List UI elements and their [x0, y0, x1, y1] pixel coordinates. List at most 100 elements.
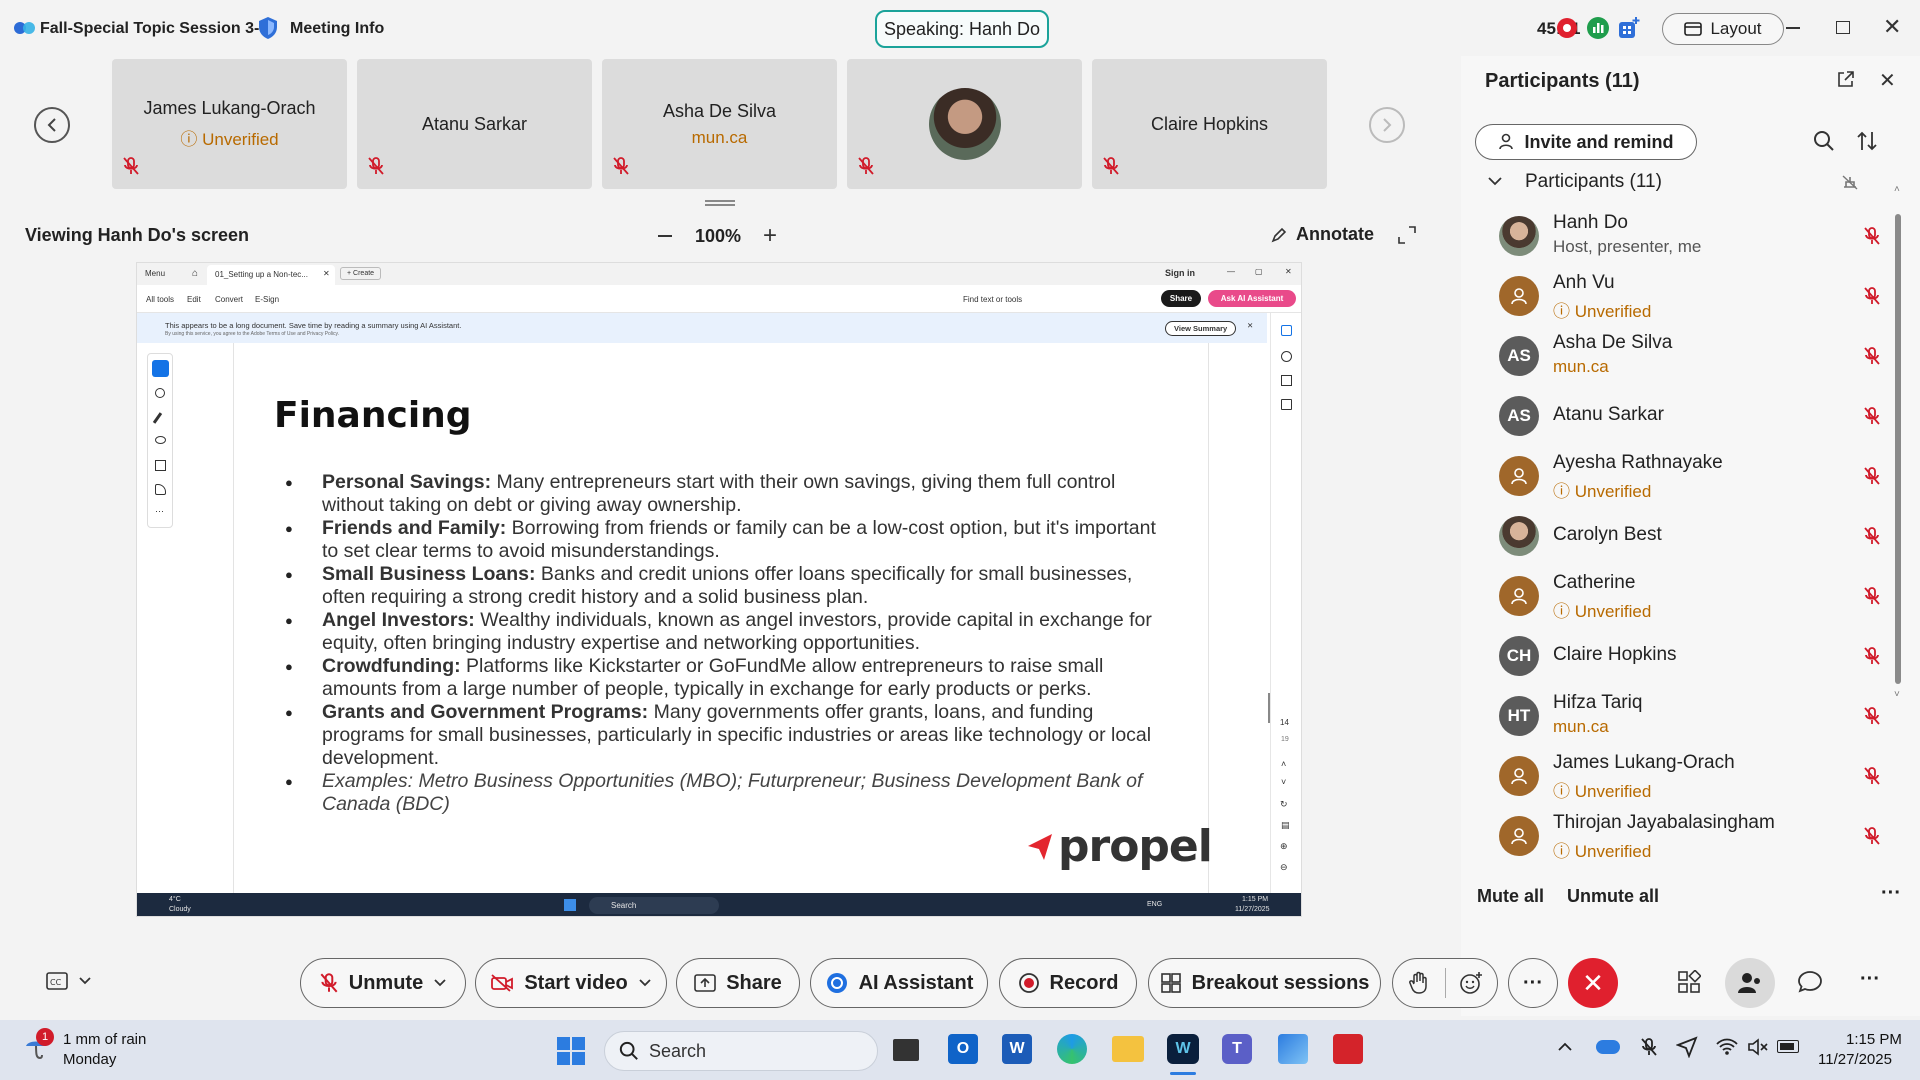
more-actions-button[interactable]: ···: [1508, 958, 1558, 1008]
fit-page-icon[interactable]: ▤: [1281, 820, 1290, 831]
find-text-button[interactable]: Find text or tools: [963, 295, 1022, 304]
share-button[interactable]: Share: [676, 958, 800, 1008]
battery-icon[interactable]: [1777, 1040, 1799, 1053]
sort-icon[interactable]: [1856, 130, 1878, 157]
weather-widget[interactable]: 1: [24, 1028, 54, 1071]
video-tile-atanu[interactable]: Atanu Sarkar: [357, 59, 592, 189]
zoom-out-button[interactable]: [658, 235, 672, 237]
inner-search-box[interactable]: Search: [589, 897, 719, 914]
photos-icon[interactable]: [1278, 1034, 1308, 1064]
document-tab[interactable]: 01_Setting up a Non-tec... ✕: [207, 265, 335, 285]
raise-hand-icon[interactable]: [1393, 971, 1445, 995]
create-button[interactable]: + Create: [340, 267, 382, 280]
draw-tool-icon[interactable]: [152, 412, 163, 424]
apps-icon[interactable]: [1617, 16, 1641, 45]
chat-icon[interactable]: [1797, 970, 1823, 999]
view-summary-button[interactable]: View Summary: [1165, 321, 1237, 336]
unmute-all-button[interactable]: Unmute all: [1567, 886, 1659, 907]
home-icon[interactable]: ⌂: [192, 268, 198, 279]
word-icon[interactable]: W: [1002, 1034, 1032, 1064]
meeting-info-link[interactable]: Meeting Info: [290, 20, 384, 38]
fullscreen-icon[interactable]: [1398, 226, 1416, 249]
chevron-down-icon[interactable]: [1487, 174, 1503, 192]
more-tools-icon[interactable]: ···: [155, 506, 164, 516]
zoom-level[interactable]: 100%: [695, 226, 741, 247]
page-down-icon[interactable]: ˅: [1281, 777, 1286, 787]
video-tile-asha[interactable]: Asha De Silva mun.ca: [602, 59, 837, 189]
muted-mic-icon[interactable]: [1863, 706, 1881, 731]
close-window-icon[interactable]: ✕: [1883, 14, 1901, 40]
menu-esign[interactable]: E-Sign: [255, 295, 279, 304]
ai-panel-icon[interactable]: [1281, 325, 1292, 336]
lasso-tool-icon[interactable]: [155, 436, 166, 444]
webex-icon[interactable]: W: [1167, 1034, 1199, 1064]
menu-convert[interactable]: Convert: [215, 295, 243, 304]
wifi-icon[interactable]: [1716, 1038, 1738, 1061]
start-icon[interactable]: [556, 1036, 586, 1071]
muted-mic-icon[interactable]: [1863, 346, 1881, 371]
close-tab-icon[interactable]: ✕: [323, 269, 330, 278]
menu-edit[interactable]: Edit: [187, 295, 201, 304]
search-icon[interactable]: [1813, 130, 1835, 157]
edge-icon[interactable]: [1057, 1034, 1087, 1064]
record-button[interactable]: Record: [999, 958, 1137, 1008]
taskbar-date[interactable]: 11/27/2025: [1818, 1051, 1892, 1068]
page-number[interactable]: 14: [1280, 718, 1289, 727]
inner-start-icon[interactable]: [564, 899, 576, 911]
comments-panel-icon[interactable]: [1281, 351, 1292, 362]
muted-mic-icon[interactable]: [1863, 406, 1881, 431]
stamp-tool-icon[interactable]: [155, 484, 166, 495]
menu-label[interactable]: Menu: [145, 269, 165, 278]
participant-row[interactable]: Catherine ⓘ Unverified: [1499, 564, 1899, 624]
acrobat-share-button[interactable]: Share: [1161, 290, 1201, 307]
layout-button[interactable]: Layout: [1662, 13, 1784, 45]
video-tile-james[interactable]: James Lukang-Orach ⓘ Unverified: [112, 59, 347, 189]
shield-icon[interactable]: [258, 16, 278, 45]
tray-mic-muted-icon[interactable]: [1640, 1036, 1658, 1063]
popout-icon[interactable]: [1837, 70, 1855, 93]
muted-mic-icon[interactable]: [1863, 646, 1881, 671]
onedrive-icon[interactable]: [1596, 1040, 1620, 1054]
section-header[interactable]: Participants (11): [1525, 171, 1662, 193]
captions-button[interactable]: CC: [46, 972, 92, 990]
file-explorer-icon[interactable]: [1112, 1036, 1144, 1062]
pages-panel-icon[interactable]: [1281, 399, 1292, 410]
zoom-out-icon[interactable]: ⊖: [1280, 862, 1288, 873]
participant-row[interactable]: Anh Vu ⓘ Unverified: [1499, 264, 1899, 324]
zoom-in-icon[interactable]: ⊕: [1280, 841, 1288, 852]
bookmarks-panel-icon[interactable]: [1281, 375, 1292, 386]
app-minimize-icon[interactable]: —: [1227, 267, 1235, 276]
more-options-icon[interactable]: ···: [1881, 882, 1901, 905]
muted-mic-icon[interactable]: [1863, 466, 1881, 491]
zoom-in-button[interactable]: +: [763, 222, 777, 250]
volume-muted-icon[interactable]: [1747, 1038, 1769, 1061]
maximize-icon[interactable]: [1836, 21, 1850, 34]
pdf-scrollbar[interactable]: [1268, 693, 1270, 723]
tiles-next-button[interactable]: [1369, 107, 1405, 143]
participant-row[interactable]: AS Atanu Sarkar: [1499, 384, 1899, 444]
ai-assistant-button[interactable]: AI Assistant: [810, 958, 988, 1008]
comment-tool-icon[interactable]: [155, 388, 165, 398]
muted-mic-icon[interactable]: [1863, 226, 1881, 251]
menu-all-tools[interactable]: All tools: [146, 295, 174, 304]
leave-meeting-button[interactable]: ✕: [1568, 958, 1618, 1008]
participant-row[interactable]: Carolyn Best: [1499, 504, 1899, 564]
participant-row[interactable]: AS Asha De Silva mun.ca: [1499, 324, 1899, 384]
breakout-sessions-button[interactable]: Breakout sessions: [1148, 958, 1381, 1008]
participants-toggle-button[interactable]: [1725, 958, 1775, 1008]
start-video-button[interactable]: Start video: [475, 958, 667, 1008]
participant-row[interactable]: HT Hifza Tariq mun.ca: [1499, 684, 1899, 744]
reaction-icon[interactable]: [1445, 971, 1497, 995]
app-close-icon[interactable]: ✕: [1285, 267, 1292, 276]
ask-ai-button[interactable]: Ask AI Assistant: [1208, 290, 1296, 307]
rotate-icon[interactable]: ↻: [1280, 799, 1288, 810]
acrobat-icon[interactable]: [1333, 1034, 1363, 1064]
task-view-icon[interactable]: [893, 1039, 919, 1061]
unmute-button[interactable]: Unmute: [300, 958, 466, 1008]
resize-handle[interactable]: [705, 200, 735, 206]
taskbar-search-box[interactable]: Search: [604, 1031, 878, 1071]
sign-in-link[interactable]: Sign in: [1165, 268, 1195, 278]
mute-all-button[interactable]: Mute all: [1477, 886, 1544, 907]
annotate-button[interactable]: Annotate: [1270, 224, 1374, 245]
muted-mic-icon[interactable]: [1863, 766, 1881, 791]
